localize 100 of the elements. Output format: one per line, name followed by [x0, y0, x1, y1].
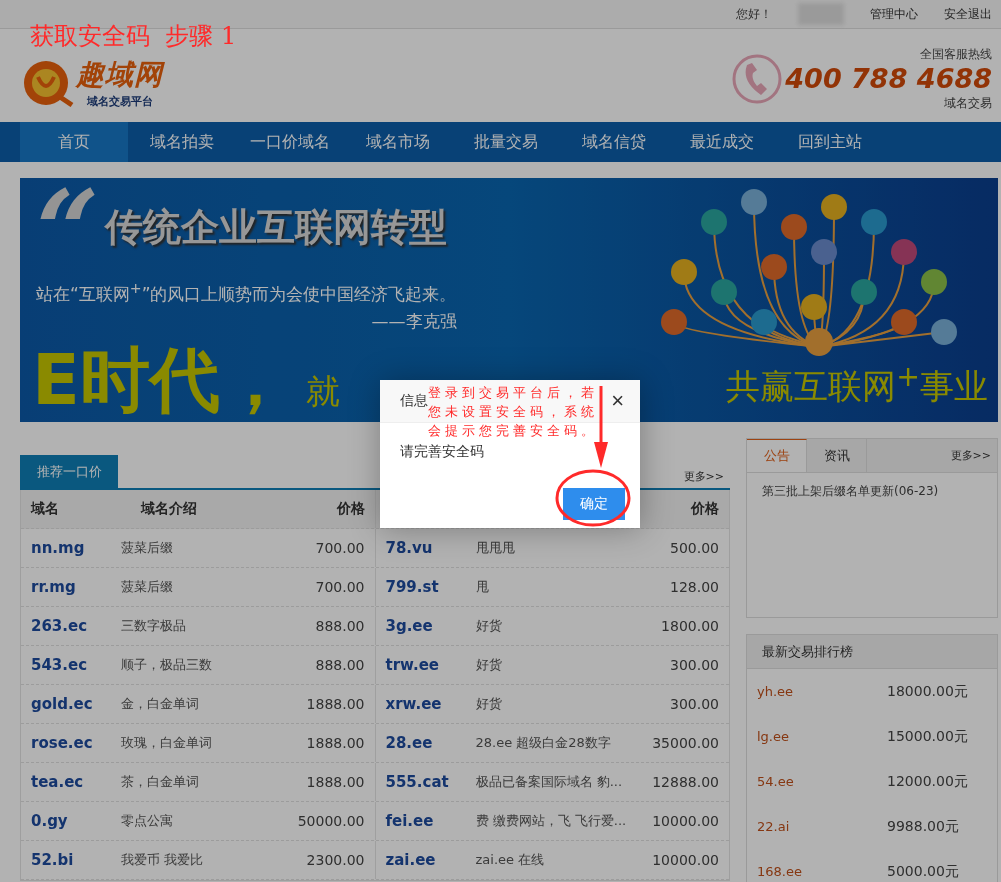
domain-intro: 好货	[475, 695, 503, 713]
logo-tagline: 域名交易平台	[86, 94, 153, 109]
domain-price: 10000.00	[651, 813, 720, 829]
domain-intro: 好货	[475, 617, 503, 635]
domain-link[interactable]: fei.ee	[375, 812, 476, 830]
domain-link[interactable]: 78.vu	[375, 539, 476, 557]
domain-intro: 玫瑰，白金单词	[121, 734, 213, 752]
ranking-domain[interactable]: 54.ee	[757, 774, 887, 789]
domain-price: 888.00	[314, 657, 366, 673]
ranking-price: 5000.00元	[887, 862, 959, 881]
domain-price: 888.00	[314, 618, 366, 634]
domain-link[interactable]: gold.ec	[21, 695, 121, 713]
nav-item[interactable]: 最近成交	[668, 122, 776, 162]
domain-link[interactable]: zai.ee	[375, 851, 476, 869]
slogan-text: 就	[305, 370, 340, 413]
domain-link[interactable]: xrw.ee	[375, 695, 476, 713]
nav-item[interactable]: 回到主站	[776, 122, 884, 162]
dialog-message: 请完善安全码	[400, 443, 485, 461]
column-header: 域名	[29, 500, 60, 518]
ranking-domain[interactable]: 168.ee	[757, 864, 887, 879]
ranking-price: 9988.00元	[887, 817, 959, 836]
domain-price: 1888.00	[305, 735, 366, 751]
domain-intro: 极品已备案国际域名 豹...	[475, 773, 624, 791]
section-tab[interactable]: 推荐一口价	[20, 455, 118, 488]
domain-price: 50000.00	[296, 813, 366, 829]
close-button[interactable]: ×	[611, 390, 624, 412]
domain-price: 1888.00	[305, 696, 366, 712]
domain-link[interactable]: 555.cat	[375, 773, 476, 791]
slogan-text: E时代，	[32, 341, 290, 419]
ranking-price: 15000.00元	[887, 727, 968, 746]
domain-link[interactable]: 543.ec	[21, 656, 121, 674]
column-header: 价格	[689, 500, 720, 518]
domain-link[interactable]: 263.ec	[21, 617, 121, 635]
domain-price: 10000.00	[651, 852, 720, 868]
logo-name: 趣域网	[76, 57, 163, 93]
domain-intro: 我爱币 我爱比	[121, 851, 205, 869]
ranking-price: 12000.00元	[887, 772, 968, 791]
domain-link[interactable]: rose.ec	[21, 734, 121, 752]
ranking-domain[interactable]: 22.ai	[757, 819, 887, 834]
confirm-button[interactable]: 确定	[563, 488, 625, 520]
more-link[interactable]: 更多>>	[683, 469, 730, 488]
domain-intro: 三数字极品	[121, 617, 187, 635]
domain-price: 700.00	[314, 540, 366, 556]
domain-price: 1888.00	[305, 774, 366, 790]
domain-intro: 茶，白金单词	[121, 773, 200, 791]
top-link[interactable]: 管理中心	[870, 5, 918, 23]
domain-intro: 菠菜后缀	[121, 578, 174, 596]
domain-price: 500.00	[669, 540, 720, 556]
ranking-domain[interactable]: yh.ee	[757, 684, 887, 699]
slogan-text: 共赢互联网$^{+}$事业	[726, 359, 988, 409]
ranking-price: 18000.00元	[887, 682, 968, 701]
domain-price: 300.00	[669, 696, 720, 712]
domain-link[interactable]: nn.mg	[21, 539, 121, 557]
notice-tab[interactable]: 公告	[747, 439, 807, 472]
dialog-title: 信息	[400, 392, 428, 408]
domain-price: 1800.00	[660, 618, 720, 634]
ranking-domain[interactable]: lg.ee	[757, 729, 887, 744]
annotation-note: 登录到交易平台后，若您未设置安全码，系统会提示您完善安全码。	[428, 384, 599, 440]
domain-price: 2300.00	[305, 852, 366, 868]
notice-tab[interactable]: 资讯	[807, 439, 867, 472]
domain-intro: 金，白金单词	[121, 695, 200, 713]
domain-link[interactable]: trw.ee	[375, 656, 476, 674]
domain-intro: 费 缴费网站，飞 飞行爱...	[475, 812, 628, 830]
domain-intro: 顺子，极品三数	[121, 656, 213, 674]
step-annotation: 获取安全码 步骤 1	[30, 21, 237, 52]
quote-mark: “	[36, 186, 100, 276]
domain-intro: 甩甩甩	[475, 539, 516, 557]
domain-intro: 零点公寓	[121, 812, 174, 830]
domain-link[interactable]: tea.ec	[21, 773, 121, 791]
domain-link[interactable]: rr.mg	[21, 578, 121, 596]
domain-intro: 好货	[475, 656, 503, 674]
domain-link[interactable]: 799.st	[375, 578, 476, 596]
domain-price: 35000.00	[651, 735, 720, 751]
nav-item[interactable]: 批量交易	[452, 122, 560, 162]
domain-price: 12888.00	[651, 774, 720, 790]
domain-link[interactable]: 3g.ee	[375, 617, 476, 635]
domain-price: 128.00	[669, 579, 720, 595]
domain-link[interactable]: 0.gy	[21, 812, 121, 830]
greeting-text: 您好！	[736, 5, 772, 23]
nav-item[interactable]: 一口价域名	[236, 122, 344, 162]
domain-link[interactable]: 52.bi	[21, 851, 121, 869]
nav-item[interactable]: 域名市场	[344, 122, 452, 162]
nav-item[interactable]: 首页	[20, 122, 128, 162]
top-link[interactable]: 安全退出	[944, 5, 992, 23]
notice-link[interactable]: 第三批上架后缀名单更新(06-23)	[747, 473, 997, 510]
banner-quote: 站在“互联网$^{+}$”的风口上顺势而为会使中国经济飞起来。	[36, 280, 457, 306]
domain-intro: 28.ee 超级白金28数字	[475, 734, 612, 752]
column-header: 价格	[335, 500, 366, 518]
domain-intro: 菠菜后缀	[121, 539, 174, 557]
hotline-label: 全国客服热线	[920, 45, 992, 63]
hotline-number: 400 788 4688	[785, 62, 992, 95]
nav-item[interactable]: 域名信贷	[560, 122, 668, 162]
hotline-caption: 域名交易	[944, 94, 992, 112]
ranking-title: 最新交易排行榜	[761, 642, 853, 661]
domain-intro: 甩	[475, 578, 490, 596]
domain-intro: zai.ee 在线	[475, 851, 546, 869]
domain-link[interactable]: 28.ee	[375, 734, 476, 752]
nav-item[interactable]: 域名拍卖	[128, 122, 236, 162]
banner-attribution: ——李克强	[371, 309, 457, 333]
more-link[interactable]: 更多>>	[950, 448, 997, 463]
